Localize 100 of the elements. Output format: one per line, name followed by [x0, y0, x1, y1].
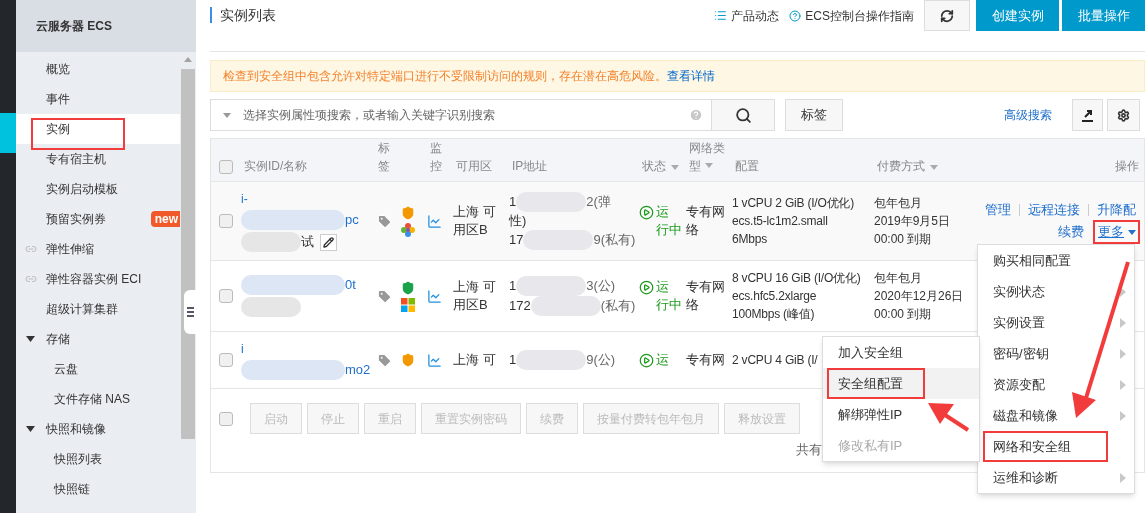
sidebar-item[interactable]: 实例启动模板: [16, 174, 180, 204]
sidebar-item[interactable]: 快照链: [16, 474, 180, 504]
column-header: 实例ID/名称: [244, 158, 308, 175]
scroll-up-icon[interactable]: [184, 57, 192, 62]
chart-icon[interactable]: [427, 213, 442, 229]
checkbox[interactable]: [219, 160, 233, 174]
column-header: 配置: [735, 158, 759, 175]
page-title: 实例列表: [210, 7, 276, 23]
action-link[interactable]: 续费: [1058, 223, 1084, 241]
config-text: 2 vCPU 4 GiB (I/: [732, 352, 818, 369]
instance-id-link[interactable]: 0t: [345, 276, 356, 294]
zone-text: 上海 可 用区B: [453, 278, 496, 314]
action-link[interactable]: 更多: [1098, 223, 1136, 241]
news-link[interactable]: 产品动态: [714, 6, 780, 25]
menu-item[interactable]: 实例设置: [978, 307, 1134, 338]
export-button[interactable]: [1072, 99, 1103, 131]
menu-item[interactable]: 磁盘和镜像: [978, 400, 1134, 431]
sidebar-item[interactable]: 弹性伸缩: [16, 234, 180, 264]
network-type: 专有网 络: [686, 278, 725, 314]
sidebar-item[interactable]: 超级计算集群: [16, 294, 180, 324]
sidebar-item[interactable]: 实例: [16, 114, 180, 144]
annotation-arrow: [928, 403, 970, 432]
settings-button[interactable]: [1107, 99, 1140, 131]
ip-text: 2(弹: [586, 193, 611, 211]
zone-text: 上海 可 用区B: [453, 203, 496, 239]
tag-icon[interactable]: [377, 352, 392, 368]
sidebar-item[interactable]: 专有宿主机: [16, 144, 180, 174]
menu-item[interactable]: 解绑弹性IP: [823, 399, 979, 430]
ip-text: 性): [509, 212, 527, 230]
sidebar-item[interactable]: 文件存储 NAS: [16, 384, 180, 414]
zone-text: 上海 可: [453, 351, 496, 369]
checkbox[interactable]: [219, 289, 233, 303]
checkbox[interactable]: [219, 214, 233, 228]
new-badge: new: [150, 211, 180, 227]
sidebar-item[interactable]: 快照列表: [16, 444, 180, 474]
total-count-text: 共有: [796, 441, 822, 459]
ip-text: 1: [509, 277, 517, 295]
sidebar-item[interactable]: 概览: [16, 54, 180, 84]
status-text: 运 行中: [656, 203, 682, 239]
menu-item[interactable]: 资源变配: [978, 369, 1134, 400]
sidebar-item[interactable]: 事件: [16, 84, 180, 114]
tag-icon[interactable]: [377, 288, 392, 304]
menu-item[interactable]: 网络和安全组: [978, 431, 1134, 462]
ip-text: 172: [509, 297, 531, 315]
sidebar-item[interactable]: 弹性容器实例 ECI: [16, 264, 180, 294]
instance-id-link[interactable]: i-: [241, 190, 248, 208]
menu-item[interactable]: 密码/密钥: [978, 338, 1134, 369]
tag-button[interactable]: 标签: [785, 99, 843, 131]
search-field[interactable]: 选择实例属性项搜索，或者输入关键字识别搜索: [210, 99, 712, 131]
instance-id-link[interactable]: mo2: [345, 361, 371, 379]
action-link[interactable]: 升降配: [1097, 201, 1136, 219]
search-input[interactable]: 选择实例属性项搜索，或者输入关键字识别搜索: [243, 106, 689, 124]
column-header: 可用区: [456, 158, 492, 175]
alert-text: 检查到安全组中包含允许对特定端口进行不受限制访问的规则，存在潜在高危风险。: [223, 68, 667, 85]
sidebar-title: 云服务器 ECS: [16, 0, 196, 52]
ip-text: 9(私有): [593, 231, 636, 249]
details-link[interactable]: 查看详情: [667, 67, 715, 85]
status-text: 运 行中: [656, 278, 682, 314]
ip-text: 9(公): [586, 351, 616, 369]
chart-icon[interactable]: [427, 288, 442, 304]
list-icon: [714, 9, 728, 22]
export-icon: [1081, 108, 1094, 122]
menu-item[interactable]: 实例状态: [978, 276, 1134, 307]
ip-text: 3(公): [586, 277, 616, 295]
instance-id-link[interactable]: pc: [345, 211, 359, 229]
checkbox[interactable]: [219, 353, 233, 367]
instance-id-link[interactable]: i: [241, 340, 244, 358]
nav-active-marker: [0, 113, 16, 153]
help-icon[interactable]: [689, 108, 703, 122]
menu-item[interactable]: 加入安全组: [823, 337, 979, 368]
action-link[interactable]: 远程连接: [1028, 201, 1080, 219]
billing-text: 包年包月 2020年12月26日 00:00 到期: [874, 270, 964, 323]
column-header: 标签: [378, 140, 390, 175]
checkbox[interactable]: [219, 411, 233, 426]
chart-icon[interactable]: [427, 352, 442, 368]
menu-item[interactable]: 安全组配置: [823, 368, 979, 399]
instance-name: 试: [301, 233, 314, 251]
menu-item[interactable]: 运维和诊断: [978, 462, 1134, 493]
search-button[interactable]: [712, 99, 775, 131]
config-text: 8 vCPU 16 GiB (I/O优化) ecs.hfc5.2xlarge 100Mbps (峰值): [732, 270, 861, 323]
network-type: 专有网 络: [686, 203, 725, 239]
sidebar-group[interactable]: 快照和镜像: [16, 414, 180, 444]
help-icon: [789, 9, 802, 22]
collapse-handle-icon[interactable]: [184, 290, 196, 334]
refresh-button[interactable]: [924, 0, 970, 31]
menu-item[interactable]: 购买相同配置: [978, 245, 1134, 276]
edit-button[interactable]: [320, 233, 337, 251]
caret-icon: [223, 112, 231, 118]
action-link[interactable]: 管理: [985, 201, 1011, 219]
ip-text: 1: [509, 351, 517, 369]
sidebar-item[interactable]: 云盘: [16, 354, 180, 384]
sidebar-group[interactable]: 存储: [16, 324, 180, 354]
billing-text: 包年包月 2019年9月5日 00:00 到期: [874, 195, 951, 248]
refresh-icon: [940, 8, 954, 23]
guide-link[interactable]: ECS控制台操作指南: [789, 6, 914, 25]
pencil-icon: [323, 236, 334, 248]
tag-icon[interactable]: [377, 213, 392, 229]
advanced-search-link[interactable]: 高级搜索: [1004, 106, 1052, 124]
sidebar-item[interactable]: 预留实例券 new: [16, 204, 180, 234]
ip-text: 1: [509, 193, 517, 211]
